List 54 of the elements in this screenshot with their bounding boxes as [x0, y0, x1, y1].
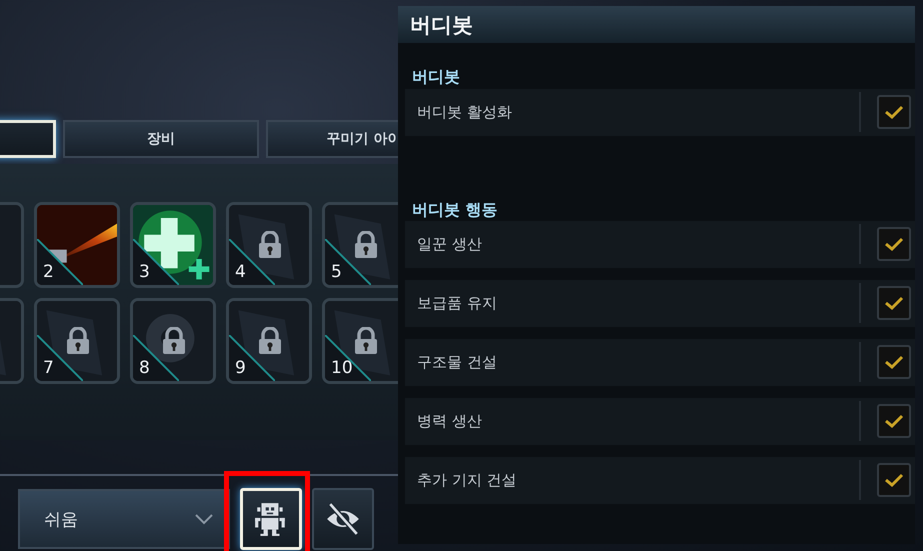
- panel-title: 버디봇: [410, 12, 473, 39]
- corner-stripe: [37, 239, 83, 285]
- lock-icon: [354, 327, 378, 355]
- item-slot[interactable]: 2: [34, 202, 120, 288]
- item-slot[interactable]: 5: [322, 202, 398, 288]
- checkbox[interactable]: [877, 404, 911, 438]
- slot-number: 9: [235, 358, 246, 378]
- item-slot[interactable]: 7: [34, 298, 120, 384]
- tab[interactable]: 장비: [63, 120, 259, 158]
- chevron-down-icon: [194, 513, 214, 525]
- corner-stripe: [37, 335, 83, 381]
- option-label: 일꾼 생산: [417, 234, 483, 254]
- checkbox[interactable]: [877, 95, 911, 130]
- option-label: 버디봇 활성화: [417, 102, 513, 122]
- robot-button[interactable]: [240, 488, 302, 550]
- section-heading: 버디봇: [411, 66, 461, 88]
- slot-number: 10: [331, 358, 353, 378]
- item-slot[interactable]: 3: [130, 202, 216, 288]
- checkbox[interactable]: [877, 463, 911, 498]
- item-slot[interactable]: 10: [322, 298, 398, 384]
- tab[interactable]: 꾸미기 아이: [266, 120, 398, 158]
- option-label: 보급품 유지: [417, 294, 498, 313]
- lock-icon: [354, 231, 378, 259]
- slot-number: 3: [139, 262, 150, 282]
- checkmark-icon: [884, 295, 904, 312]
- lock-icon: [258, 231, 282, 259]
- slot-number: 7: [43, 358, 54, 378]
- slot-number: 4: [235, 262, 246, 282]
- checkmark-icon: [884, 104, 904, 120]
- corner-stripe: [133, 239, 179, 285]
- option-label: 추가 기지 건설: [417, 470, 518, 490]
- section-heading: 버디봇 행동: [411, 198, 499, 221]
- checkmark-icon: [884, 354, 904, 370]
- checkmark-icon: [884, 236, 904, 252]
- difficulty-dropdown[interactable]: 쉬움: [18, 489, 230, 549]
- slot-number: 8: [139, 358, 150, 378]
- checkmark-icon: [884, 413, 904, 430]
- checkbox[interactable]: [877, 227, 911, 262]
- corner-stripe: [325, 239, 371, 285]
- lock-icon: [66, 327, 90, 355]
- checkbox[interactable]: [877, 286, 911, 320]
- lock-icon: [162, 327, 186, 355]
- option-label: 병력 생산: [417, 412, 483, 431]
- lock-icon: [258, 327, 282, 355]
- item-slot[interactable]: 4: [226, 202, 312, 288]
- checkmark-icon: [884, 472, 904, 488]
- slot-number: 2: [43, 262, 54, 282]
- checkbox[interactable]: [877, 345, 911, 380]
- item-slot[interactable]: 8: [130, 298, 216, 384]
- eye-slash-icon: [325, 501, 361, 537]
- slot-number: 5: [331, 262, 342, 282]
- hide-button[interactable]: [312, 488, 374, 550]
- option-label: 구조물 건설: [417, 352, 498, 372]
- item-slot[interactable]: 9: [226, 298, 312, 384]
